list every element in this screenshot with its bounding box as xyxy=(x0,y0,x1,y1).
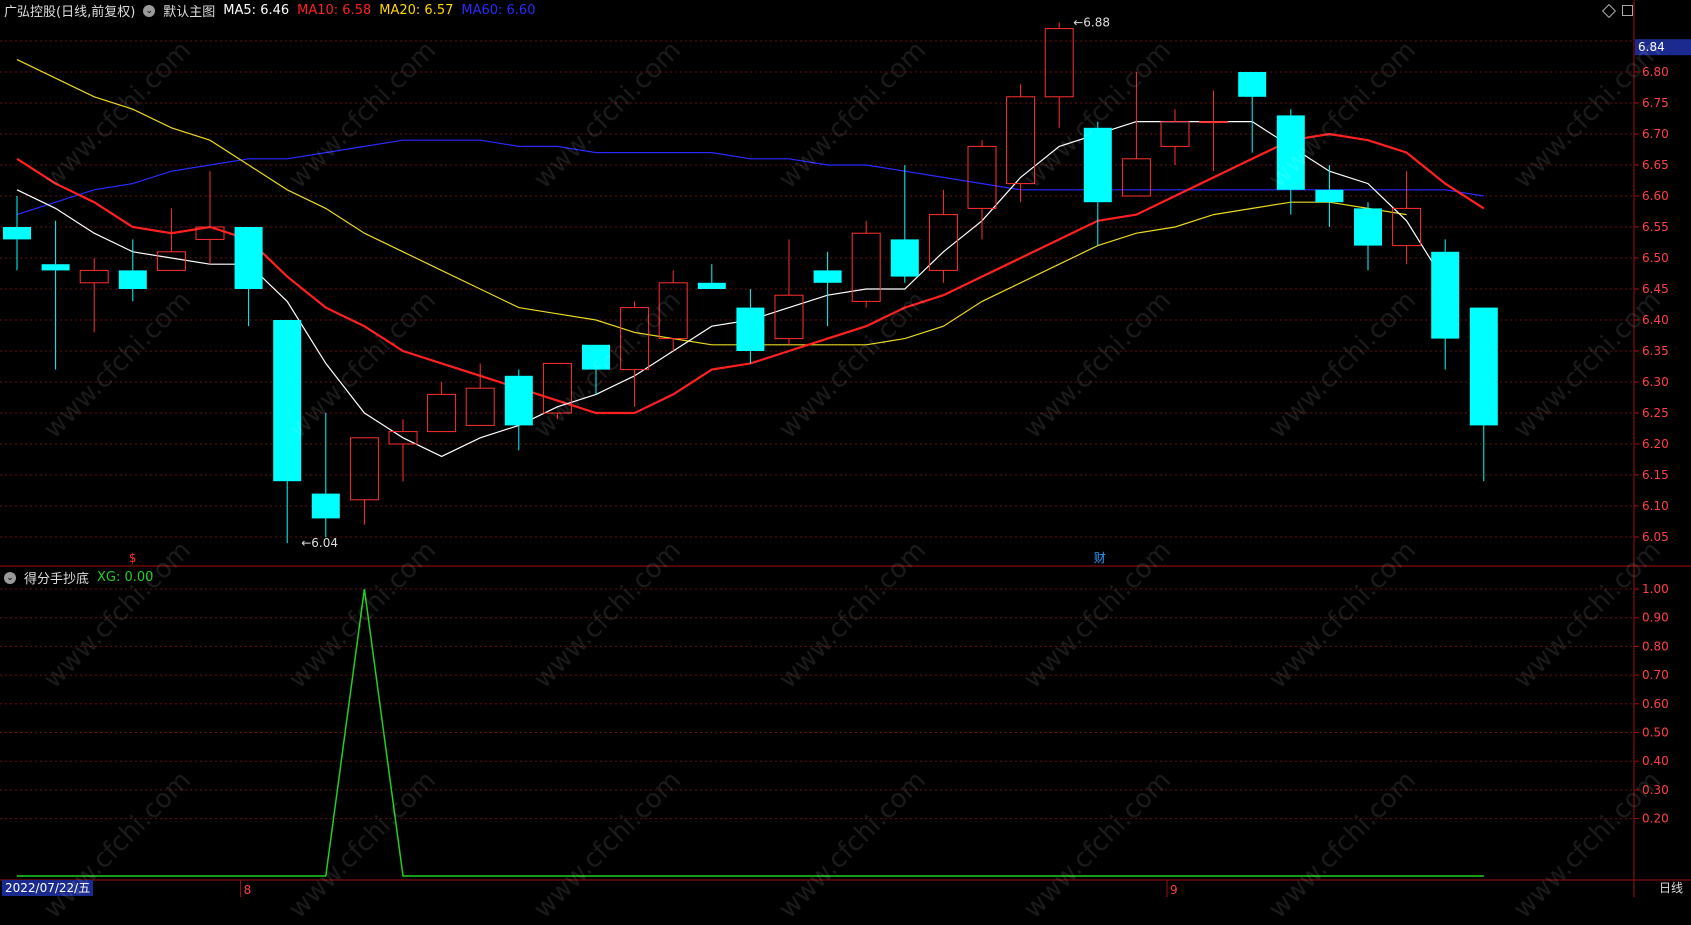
ma-legend: MA5: 6.46 MA10: 6.58 MA20: 6.57 MA60: 6.60 xyxy=(223,3,535,18)
candle-body xyxy=(1044,28,1074,98)
candle-body xyxy=(504,375,533,426)
main-chart-label[interactable]: 默认主图 xyxy=(163,1,215,20)
y-tick-label: 6.65 xyxy=(1642,158,1669,172)
y-tick-label: 6.60 xyxy=(1642,189,1669,203)
candle-body xyxy=(1199,121,1229,124)
candle-body xyxy=(349,437,379,501)
candle-body xyxy=(79,269,109,284)
price-annotation: ←6.88 xyxy=(1073,15,1110,29)
y-tick-label: 6.25 xyxy=(1642,406,1669,420)
y-tick-label: 0.60 xyxy=(1642,697,1669,711)
candle-body xyxy=(1238,72,1267,97)
candle-body xyxy=(736,307,765,351)
y-tick-label: 1.00 xyxy=(1642,582,1669,596)
stock-name: 广弘控股(日线,前复权) xyxy=(4,5,136,20)
ma-label-0: MA5: 6.46 xyxy=(223,3,290,18)
candle-body xyxy=(465,387,495,426)
candle-body xyxy=(156,251,186,271)
period-label[interactable]: 日线 xyxy=(1659,879,1683,896)
candle-body xyxy=(813,270,842,283)
y-tick-label: 6.70 xyxy=(1642,127,1669,141)
ma-label-2: MA20: 6.57 xyxy=(379,3,454,18)
ma20-line xyxy=(16,59,1407,346)
candle-body xyxy=(1315,189,1344,203)
candle-body xyxy=(273,320,302,482)
ma-label-3: MA60: 6.60 xyxy=(461,3,536,18)
y-tick-label: 6.75 xyxy=(1642,96,1669,110)
y-tick-label: 0.90 xyxy=(1642,611,1669,625)
event-marker: 财 xyxy=(1094,551,1106,565)
y-tick-label: 6.20 xyxy=(1642,437,1669,451)
y-tick-label: 6.10 xyxy=(1642,499,1669,513)
chevron-down-icon[interactable]: ⌄ xyxy=(4,571,16,584)
candle-body xyxy=(311,493,340,519)
candle-body xyxy=(1121,158,1151,197)
y-tick-label: 0.50 xyxy=(1642,726,1669,740)
candle-body xyxy=(1469,307,1498,426)
y-tick-label: 0.20 xyxy=(1642,812,1669,826)
y-tick-label: 6.55 xyxy=(1642,220,1669,234)
y-tick-label: 6.30 xyxy=(1642,375,1669,389)
ma60-line xyxy=(16,139,1484,216)
chevron-down-icon[interactable]: ⌄ xyxy=(143,4,156,17)
candle-body xyxy=(774,294,804,340)
y-tick-label: 6.50 xyxy=(1642,251,1669,265)
event-marker: $ xyxy=(129,551,137,565)
y-tick-label: 0.80 xyxy=(1642,639,1669,653)
candle-body xyxy=(1354,208,1382,246)
candle-body xyxy=(234,227,263,289)
candle-body xyxy=(890,239,919,277)
candle-body xyxy=(697,282,726,289)
candle-body xyxy=(118,270,147,289)
y-tick-label: 6.15 xyxy=(1642,468,1669,482)
y-tick-label: 0.70 xyxy=(1642,668,1669,682)
x-tick-label: 8 xyxy=(244,883,252,897)
candle-body xyxy=(3,227,31,240)
main-chart-header: 广弘控股(日线,前复权) ⌄ 默认主图 MA5: 6.46 MA10: 6.58 M… xyxy=(4,1,535,20)
candle-body xyxy=(967,145,997,209)
y-tick-label: 6.35 xyxy=(1642,344,1669,358)
ma-label-1: MA10: 6.58 xyxy=(297,3,372,18)
candle-body xyxy=(1431,251,1460,339)
indicator-name[interactable]: 得分手抄底 xyxy=(24,568,89,587)
window-square-icon[interactable] xyxy=(1622,5,1633,16)
candle-body xyxy=(41,264,70,271)
x-tick-label: 9 xyxy=(1170,883,1178,897)
price-annotation: ←6.04 xyxy=(301,536,338,550)
